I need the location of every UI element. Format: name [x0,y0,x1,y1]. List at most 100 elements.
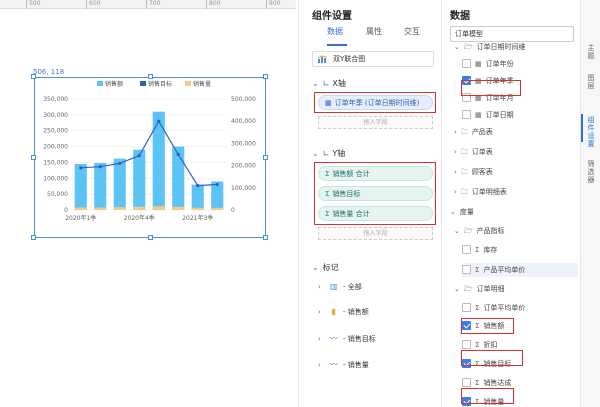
bar-quantity [74,207,87,210]
rail-theme[interactable]: 主题 [585,44,597,60]
bar-icon: ▥ [330,282,338,291]
y-right-tick: 200,000 [231,163,256,170]
resize-handle-r[interactable] [263,155,268,160]
tree-item[interactable]: › 🗀 订单表 [454,145,493,159]
top-ruler: 500 600 700 800 900 [0,0,296,9]
sum-icon: Σ [475,246,480,254]
x-tick-label: 2021年3季 [182,214,213,222]
y-left-tick: 150,000 [43,159,68,166]
tree-item-label: 库存 [483,246,498,254]
chart-component[interactable]: 销售额 销售目标 销售量 350,000 300,000 250,000 200,000 15… [34,77,266,238]
tree-item[interactable]: › 🗀 产品表 [454,125,493,139]
tree-item[interactable]: ▦ 订单日期 [462,108,514,122]
field-checkbox[interactable] [462,58,471,68]
chevron-down-icon: ⌄ [454,43,460,51]
tree-item[interactable]: ⌄ 度量 [450,205,474,219]
tab-data[interactable]: 数据 [327,26,343,37]
design-canvas[interactable]: 506, 118 销售额 销售目标 销售量 350,000 300,000 250,000… [0,9,296,407]
x-axis-section[interactable]: ⌄ ∟ X轴 [312,78,346,89]
tab-interaction[interactable]: 交互 [404,26,420,37]
divider [298,0,299,407]
mark-quantity[interactable]: › 〰 - 销售量 [318,358,369,372]
point-target [137,154,141,158]
highlight-box [461,350,523,366]
mark-label: 全部 [347,283,362,291]
folder-icon: 🗀 [460,128,468,136]
folder-open-icon: 🗁 [463,227,473,235]
tree-item[interactable]: Σ 订单平均单价 [462,301,525,315]
resize-handle-tl[interactable] [31,74,36,79]
combo-chart-icon [318,55,328,63]
x-tick-label: 2020年4季 [124,214,155,222]
tree-item-label: 订单明细 [476,285,505,293]
field-checkbox[interactable] [462,264,471,274]
resize-handle-bl[interactable] [31,235,36,240]
point-target [157,119,161,123]
resize-handle-l[interactable] [31,155,36,160]
y-right-tick: 300,000 [231,140,256,147]
bar-quantity [94,207,107,210]
point-target [79,166,83,170]
resize-handle-t[interactable] [148,74,153,79]
y-right-tick: 400,000 [231,118,256,125]
rail-active-indicator [581,114,583,142]
bar-quantity [191,207,204,210]
legend-label: 销售量 [193,80,211,88]
resize-handle-b[interactable] [148,235,153,240]
field-checkbox[interactable] [462,339,471,349]
legend-label: 销售目标 [148,80,172,88]
y-axis-section[interactable]: ⌄ ∟ Y轴 [312,148,345,159]
resize-handle-tr[interactable] [263,74,268,79]
combo-chart: 销售额 销售目标 销售量 350,000 300,000 250,000 200,000 15… [43,80,256,222]
tree-item-label: 订单日期 [485,111,514,119]
mark-all[interactable]: › ▥ - 全部 [318,280,362,294]
y-drop-zone[interactable]: 拖入字段 [318,227,433,240]
tab-properties[interactable]: 属性 [366,26,382,37]
marks-label: 标记 [322,263,339,272]
line-chart-icon: 〰 [329,334,338,343]
tree-item[interactable]: ⌄ 🗁 产品指标 [454,224,505,238]
mark-label: 销售额 [347,308,369,316]
tree-item[interactable]: ⌄ 🗁 订单明细 [454,282,505,296]
folder-icon: 🗀 [460,168,468,176]
field-checkbox[interactable] [462,377,471,387]
resize-handle-br[interactable] [263,235,268,240]
chevron-right-icon: › [318,283,321,291]
point-target [98,165,102,169]
tree-item[interactable]: ⌄ 🗁 订单日期时间维 [454,40,526,54]
tree-item[interactable]: Σ 产品平均单价 [462,263,578,277]
rail-component-settings[interactable]: 组件设置 [585,116,597,148]
tree-item[interactable]: › 🗀 顾客表 [454,165,493,179]
y-left-tick: 300,000 [43,112,68,119]
field-checkbox[interactable] [462,109,471,119]
tree-item-label: 销售达成 [483,379,512,387]
mark-target[interactable]: › 〰 - 销售目标 [318,332,376,346]
date-icon: ▦ [475,111,482,119]
tree-item[interactable]: ▦ 订单年份 [462,57,514,71]
bar-quantity [113,207,126,210]
bar-quantity [172,206,185,210]
tree-item-label: 产品指标 [476,227,505,235]
rail-layers[interactable]: 图层 [585,74,597,90]
ruler-label: 700 [149,0,161,7]
tree-item[interactable]: Σ 库存 [462,243,497,257]
active-tab-indicator [327,44,347,46]
y-left-tick: 200,000 [43,144,68,151]
mark-sales[interactable]: › ▮ - 销售额 [318,305,369,319]
field-checkbox[interactable] [462,302,471,312]
y-left-tick: 100,000 [43,175,68,182]
tree-item-label: 度量 [459,208,474,216]
field-checkbox[interactable] [462,244,471,254]
tree-item[interactable]: › 🗀 订单明细表 [454,185,507,199]
x-drop-zone[interactable]: 拖入字段 [318,116,433,129]
rail-filter[interactable]: 筛选器 [585,160,597,184]
chevron-right-icon: › [454,148,457,156]
chart-type-selector[interactable]: 双Y联合图 [312,51,434,67]
bar-quantity [133,206,146,210]
point-target [196,183,200,188]
tree-item-label: 产品表 [471,128,493,136]
y-left-tick: 250,000 [43,128,68,135]
legend-swatch [97,81,103,86]
highlight-box [314,92,436,113]
marks-section[interactable]: ⌄ 标记 [312,262,339,273]
